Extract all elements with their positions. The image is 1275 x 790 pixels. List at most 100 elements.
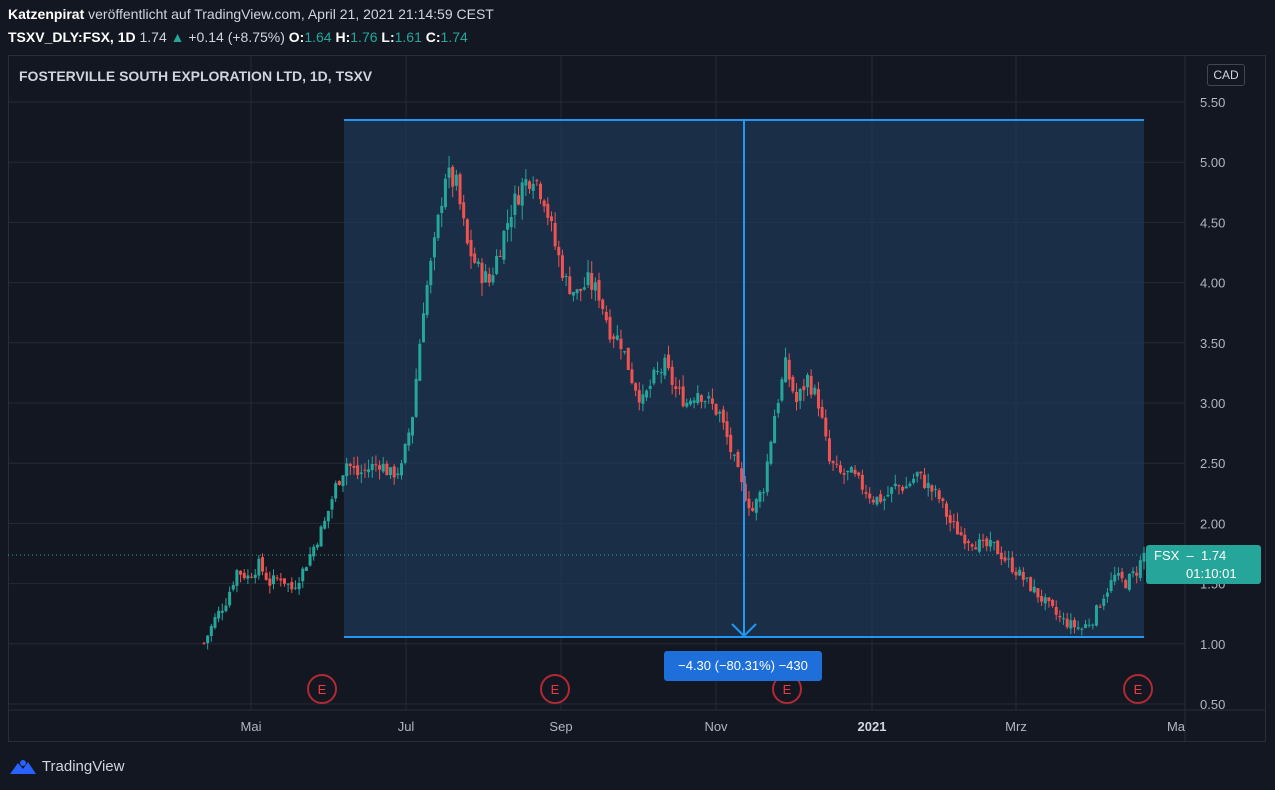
- candle-body: [374, 464, 378, 466]
- candle-body: [645, 390, 649, 398]
- candle-body: [860, 474, 864, 490]
- candle-body: [432, 237, 436, 258]
- y-tick-label: 5.00: [1200, 155, 1225, 170]
- candle-body: [414, 378, 418, 417]
- candle-body: [944, 503, 948, 517]
- tradingview-logo[interactable]: TradingView: [8, 757, 124, 777]
- candle-body: [1131, 571, 1135, 574]
- candle-body: [773, 415, 777, 444]
- candle-body: [974, 547, 978, 550]
- candle-body: [937, 490, 941, 500]
- candle-body: [334, 483, 338, 499]
- candle-body: [396, 473, 400, 476]
- candle-body: [710, 398, 714, 404]
- price-tag-countdown: 01:10:01: [1186, 566, 1237, 581]
- y-axis: 5.505.004.504.003.503.002.502.001.501.00…: [1200, 95, 1225, 712]
- candle-body: [813, 387, 817, 395]
- candle-body: [641, 394, 645, 404]
- candle-body: [392, 466, 396, 478]
- candle-body: [634, 383, 638, 391]
- candle-body: [484, 271, 488, 283]
- candle-body: [582, 287, 586, 290]
- candle-body: [897, 485, 901, 487]
- earnings-marker-label: E: [551, 682, 560, 697]
- candle-body: [1014, 571, 1018, 576]
- candle-body: [315, 544, 319, 548]
- candle-body: [352, 465, 356, 468]
- candle-body: [389, 467, 393, 476]
- candle-body: [1032, 586, 1036, 593]
- candle-body: [356, 465, 360, 476]
- candle-body: [736, 452, 740, 468]
- y-tick-label: 0.50: [1200, 697, 1225, 712]
- candle-body: [725, 421, 729, 438]
- price-chart[interactable]: 5.505.004.504.003.503.002.502.001.501.00…: [0, 0, 1275, 790]
- candle-body: [279, 578, 283, 581]
- candle-body: [849, 467, 853, 473]
- candle-body: [341, 475, 345, 487]
- currency-button[interactable]: CAD: [1207, 64, 1245, 86]
- candle-body: [890, 487, 894, 494]
- candle-body: [597, 280, 601, 301]
- candle-body: [261, 557, 265, 572]
- candle-body: [827, 438, 831, 462]
- candle-body: [209, 625, 213, 636]
- candle-body: [612, 336, 616, 339]
- y-tick-label: 2.00: [1200, 516, 1225, 531]
- candle-body: [370, 464, 374, 470]
- earnings-marker-label: E: [318, 682, 327, 697]
- candle-body: [955, 521, 959, 535]
- x-tick-label: Mrz: [1005, 719, 1027, 734]
- candle-body: [407, 432, 411, 446]
- candle-body: [410, 417, 414, 436]
- candle-body: [418, 343, 422, 381]
- candle-body: [681, 386, 685, 407]
- candle-body: [652, 369, 656, 384]
- candle-body: [648, 386, 652, 389]
- candle-body: [787, 359, 791, 380]
- candle-body: [557, 246, 561, 256]
- candle-body: [213, 617, 217, 628]
- candle-body: [473, 253, 477, 263]
- candle-body: [1109, 580, 1113, 592]
- candle-body: [1113, 574, 1117, 582]
- candle-body: [1124, 580, 1128, 589]
- candle-body: [886, 494, 890, 497]
- candle-body: [575, 289, 579, 294]
- candle-body: [498, 255, 502, 257]
- candle-body: [330, 499, 334, 510]
- candle-body: [868, 493, 872, 499]
- candle-body: [524, 179, 528, 186]
- candle-body: [970, 544, 974, 547]
- candle-body: [323, 520, 327, 529]
- candle-body: [663, 357, 667, 376]
- candle-body: [824, 417, 828, 437]
- candle-body: [319, 526, 323, 547]
- candle-body: [326, 510, 330, 522]
- candle-body: [806, 374, 810, 388]
- candle-body: [1098, 606, 1102, 608]
- candle-body: [231, 585, 235, 590]
- candle-body: [977, 539, 981, 552]
- candle-body: [462, 202, 466, 219]
- candle-body: [1120, 571, 1124, 579]
- candle-body: [915, 472, 919, 477]
- price-tag-symbol: FSX: [1154, 548, 1180, 563]
- x-tick-label: Jul: [398, 719, 415, 734]
- candle-body: [820, 407, 824, 418]
- candle-body: [754, 499, 758, 513]
- candle-body: [476, 261, 480, 264]
- candle-body: [506, 223, 510, 230]
- candle-body: [769, 441, 773, 464]
- candle-body: [729, 434, 733, 453]
- candle-body: [1091, 624, 1095, 626]
- candle-body: [1047, 597, 1051, 602]
- candle-body: [959, 532, 963, 536]
- candle-body: [615, 335, 619, 340]
- candle-body: [538, 183, 542, 200]
- candle-body: [308, 554, 312, 566]
- candle-body: [228, 591, 232, 606]
- candle-body: [202, 642, 206, 644]
- candle-body: [941, 498, 945, 501]
- candle-body: [619, 338, 623, 349]
